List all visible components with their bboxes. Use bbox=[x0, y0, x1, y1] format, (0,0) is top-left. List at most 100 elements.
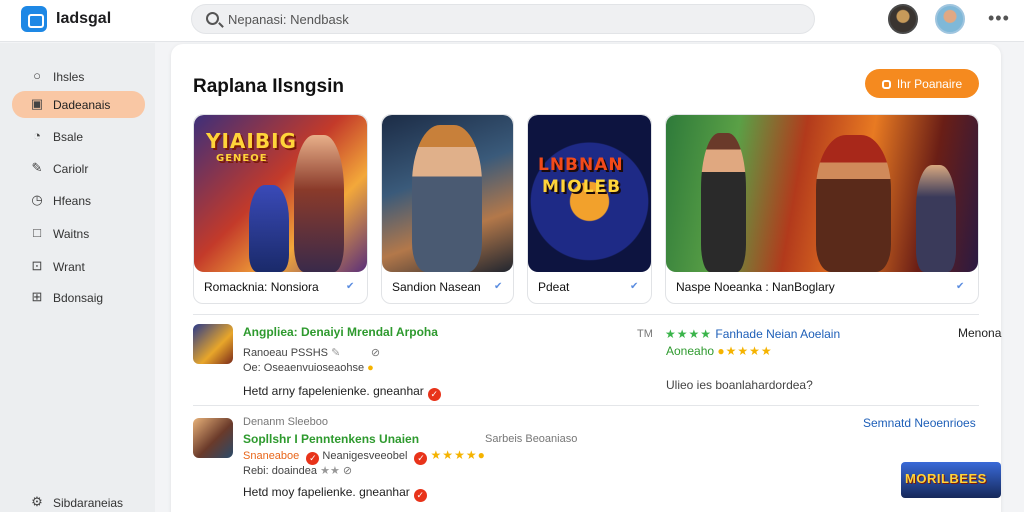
game-thumbnail bbox=[193, 324, 233, 364]
game-logo-text: LNBNAN bbox=[538, 155, 624, 175]
verified-icon: ✔ bbox=[956, 281, 965, 292]
rating-stars: ★★★★● bbox=[430, 448, 486, 462]
listing-note-text: Hetd moy fapelienke. gneanhar bbox=[243, 485, 410, 499]
character-figure bbox=[294, 135, 344, 272]
divider bbox=[193, 405, 979, 406]
featured-tile[interactable]: YIAIBIG GENEOE Romacknia: Nonsiora ✔ bbox=[193, 114, 368, 304]
sidebar-item-label: Bdonsaig bbox=[53, 291, 104, 305]
rating-stars: ●★★★★ bbox=[717, 344, 773, 358]
listing-title: Sopllshr I Penntenkens Unaien bbox=[243, 432, 420, 446]
edit-icon: ✎ bbox=[331, 347, 341, 359]
check-badge-icon: ✓ bbox=[427, 388, 441, 401]
sidebar-item-waitns[interactable]: □ Waitns bbox=[12, 220, 145, 247]
listing-rating-row: ★★★★ Fanhade Neian Aoelain bbox=[665, 327, 840, 341]
sidebar-item-label: Cariolr bbox=[53, 162, 89, 176]
verified-icon: ✔ bbox=[494, 281, 503, 292]
listing-title: Angpliea: Denaiyi Mrendal Arpoha bbox=[243, 325, 438, 339]
search-icon: ○ bbox=[33, 68, 41, 83]
listing-note-text: Hetd arny fapelenienke. gneanhar bbox=[243, 384, 424, 398]
square-icon: □ bbox=[33, 225, 41, 240]
sidebar-item-label: Ihsles bbox=[53, 70, 85, 84]
pin-icon: ⊘ bbox=[370, 347, 381, 359]
listing-description-text: Oe: Oseaenvuioseaohse bbox=[243, 362, 365, 374]
sidebar-item-bsale[interactable]: ◔ Bsale bbox=[12, 123, 145, 150]
search-bar[interactable] bbox=[191, 4, 815, 34]
sidebar-item-dadeanais[interactable]: ▣ Dadeanais bbox=[12, 91, 145, 118]
sidebar-footer-label: Sibdaraneias bbox=[53, 496, 124, 510]
character-figure bbox=[701, 133, 746, 272]
character-figure bbox=[249, 185, 289, 272]
tile-caption: Naspe Noeanka : NanBoglary bbox=[676, 280, 835, 294]
listing-description: Rebi: doaindea ★★ ⊘ bbox=[243, 464, 352, 477]
sidebar-item-label: Dadeanais bbox=[53, 98, 111, 112]
character-figure bbox=[816, 135, 891, 272]
app-logo-icon[interactable] bbox=[21, 6, 47, 32]
cta-button-label: Ihr Poanaire bbox=[896, 76, 963, 91]
listing-subtitle: Snaneaboe ✓ Neanigesveeobel ✓ ★★★★● bbox=[243, 448, 486, 465]
featured-tile[interactable]: Naspe Noeanka : NanBoglary ✔ bbox=[665, 114, 979, 304]
top-bar: Iadsgal ••• bbox=[0, 0, 1024, 42]
verified-icon: ✔ bbox=[346, 281, 355, 292]
sidebar-item-ihsles[interactable]: ○ Ihsles bbox=[12, 63, 145, 90]
more-options-button[interactable]: ••• bbox=[988, 8, 1010, 29]
calendar-icon: ⊡ bbox=[31, 258, 43, 273]
user-avatar-secondary[interactable] bbox=[935, 4, 965, 34]
tile-caption: Pdeat bbox=[538, 280, 570, 294]
box-icon bbox=[881, 79, 891, 89]
listing-note: Hetd moy fapelienke. gneanhar ✓ bbox=[243, 485, 427, 502]
listing-description: Oe: Oseaenvuioseaohse ● bbox=[243, 362, 374, 374]
search-input[interactable] bbox=[228, 9, 788, 29]
edit-icon: ✎ bbox=[31, 160, 43, 175]
sidebar-settings[interactable]: ⚙ Sibdaraneias bbox=[12, 493, 145, 512]
promo-logo-text: MORILBEES bbox=[905, 471, 987, 486]
page-title: Raplana Ilsngsin bbox=[193, 76, 344, 97]
listing-right-note: Ulieo ies boanlahardordea? bbox=[666, 378, 813, 392]
tile-caption: Sandion Nasean bbox=[392, 280, 481, 294]
chart-icon: ⊞ bbox=[31, 289, 43, 304]
listing-publisher: Snaneaboe bbox=[243, 450, 300, 462]
sidebar-item-label: Waitns bbox=[53, 227, 90, 241]
sidebar-item-bdonsaig[interactable]: ⊞ Bdonsaig bbox=[12, 284, 145, 311]
sidebar-item-hfeans[interactable]: ◷ Hfeans bbox=[12, 187, 145, 214]
search-icon bbox=[206, 12, 219, 25]
listing-description-text: Rebi: doaindea bbox=[243, 465, 318, 477]
listing-mid-label: Sarbeis Beoaniaso bbox=[485, 433, 578, 445]
tile-caption: Romacknia: Nonsiora bbox=[204, 280, 319, 294]
game-logo-subtext: GENEOE bbox=[216, 153, 268, 164]
coin-icon: ● bbox=[367, 362, 374, 374]
verified-icon: ✔ bbox=[630, 281, 639, 292]
user-avatar-primary[interactable] bbox=[888, 4, 918, 34]
check-badge-icon: ✓ bbox=[413, 489, 427, 502]
history-icon: ◷ bbox=[31, 192, 43, 207]
cta-button[interactable]: Ihr Poanaire bbox=[865, 69, 979, 98]
game-artwork bbox=[666, 115, 978, 272]
app-name: Iadsgal bbox=[56, 10, 112, 27]
tag-icon: ◔ bbox=[33, 128, 41, 143]
featured-tile[interactable]: Sandion Nasean ✔ bbox=[381, 114, 514, 304]
sidebar-item-cariolr[interactable]: ✎ Cariolr bbox=[12, 155, 145, 182]
listing-meta: TM bbox=[637, 328, 653, 340]
list-item[interactable]: Angpliea: Denaiyi Mrendal Arpoha Ranoeau… bbox=[193, 324, 1001, 404]
featured-tile[interactable]: LNBNAN MIOLEB Pdeat ✔ bbox=[527, 114, 652, 304]
sidebar-item-label: Bsale bbox=[53, 130, 84, 144]
list-item[interactable]: Denanm Sleeboo Sopllshr I Penntenkens Un… bbox=[193, 416, 1001, 502]
game-logo-text: YIAIBIG bbox=[206, 129, 297, 153]
listing-publisher-note: Neanigesveeobel bbox=[322, 450, 408, 462]
promo-thumbnail[interactable]: MORILBEES bbox=[901, 462, 1001, 498]
sidebar-item-wrant[interactable]: ⊡ Wrant bbox=[12, 253, 145, 280]
rating-stars: ★★★★ bbox=[665, 327, 713, 341]
listing-subtitle: Ranoeau PSSHS ✎ ⊘ bbox=[243, 346, 380, 359]
divider bbox=[193, 314, 979, 315]
listing-right-subtitle: Aoneaho bbox=[666, 344, 715, 358]
character-figure bbox=[412, 125, 482, 272]
main-panel: Raplana Ilsngsin Ihr Poanaire YIAIBIG GE… bbox=[171, 44, 1001, 512]
sidebar-item-label: Wrant bbox=[53, 260, 85, 274]
listing-publisher: Ranoeau PSSHS bbox=[243, 347, 328, 359]
game-artwork: YIAIBIG GENEOE bbox=[194, 115, 367, 272]
listing-kicker: Denanm Sleeboo bbox=[243, 416, 329, 428]
game-logo-subtext: MIOLEB bbox=[542, 177, 622, 197]
listing-right-label: Menona bbox=[958, 326, 1002, 340]
listing-right-title: Fanhade Neian Aoelain bbox=[715, 327, 841, 341]
listing-right-label: Semnatd Neoenrioes bbox=[863, 416, 976, 430]
dashboard-icon: ▣ bbox=[30, 96, 44, 111]
